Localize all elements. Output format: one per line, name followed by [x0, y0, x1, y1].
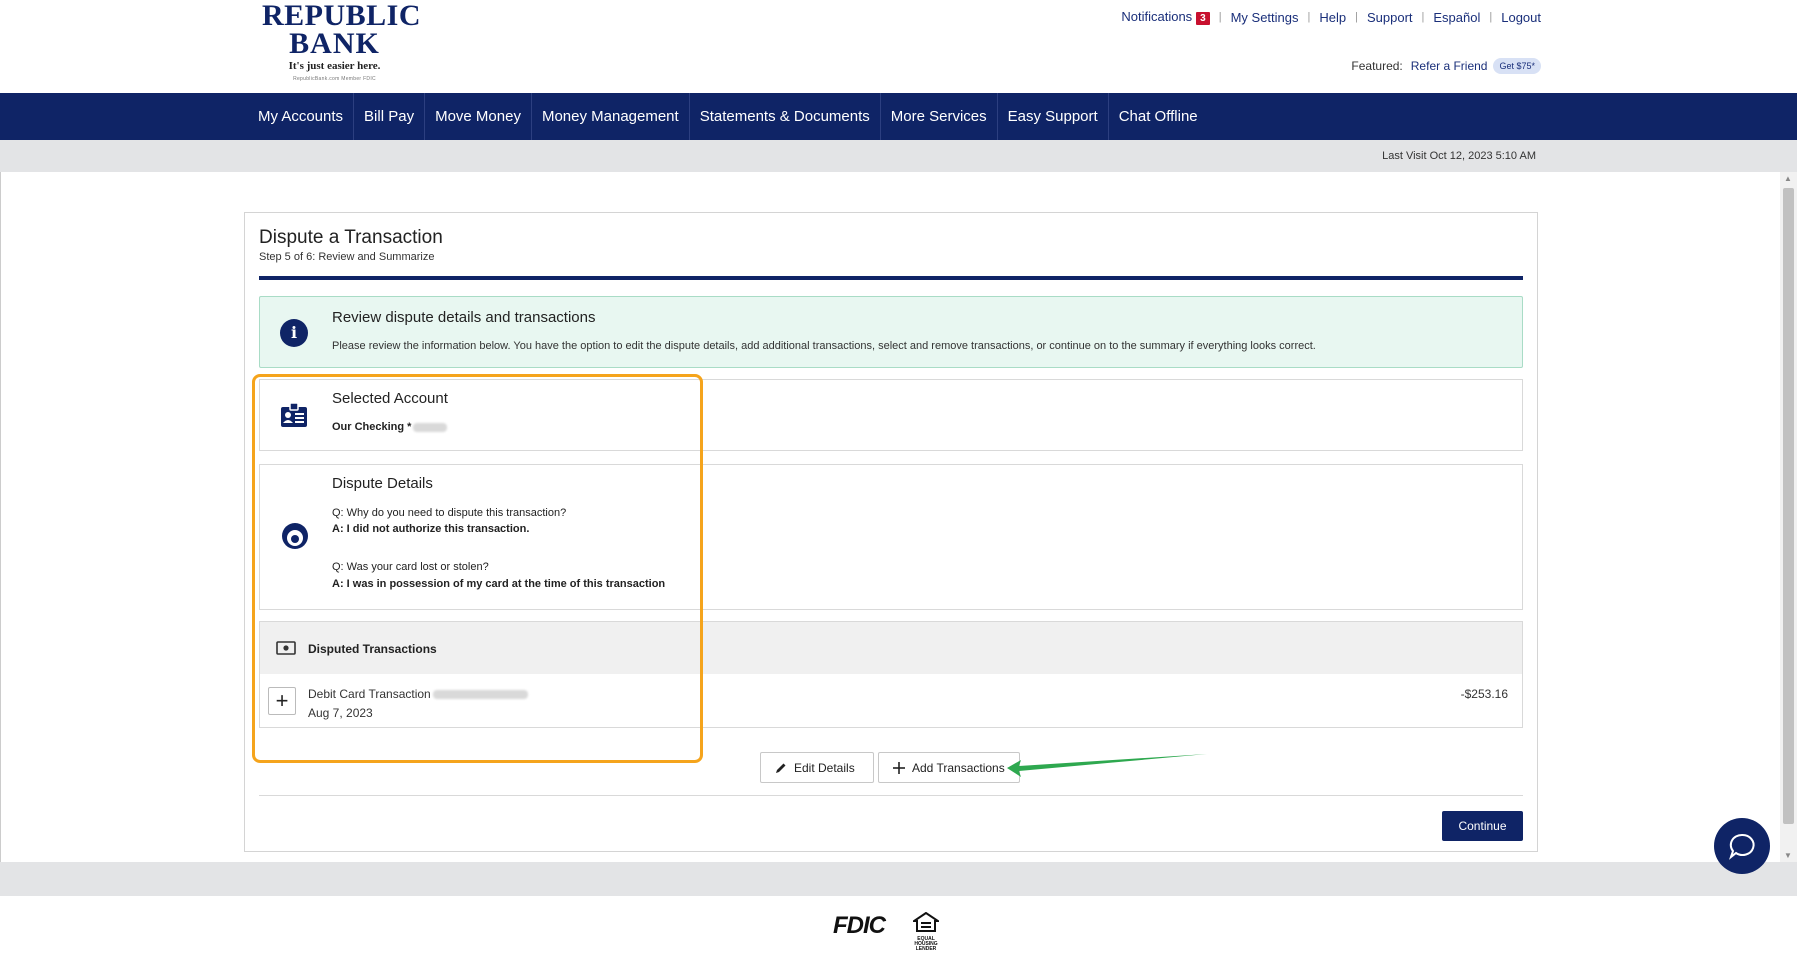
nav-chat-offline[interactable]: Chat Offline: [1109, 93, 1208, 140]
featured-promo: Featured: Refer a Friend Get $75*: [1351, 58, 1541, 74]
chat-button[interactable]: [1714, 818, 1770, 874]
transaction-name: Debit Card Transaction: [308, 687, 528, 701]
bottom-gray-band: [0, 862, 1797, 896]
my-settings-link[interactable]: My Settings: [1231, 10, 1299, 25]
fdic-logo: FDIC: [833, 912, 886, 939]
featured-label: Featured:: [1351, 59, 1403, 73]
edit-details-button[interactable]: Edit Details: [760, 752, 874, 783]
nav-money-management[interactable]: Money Management: [532, 93, 690, 140]
info-heading: Review dispute details and transactions: [332, 309, 596, 326]
equal-housing-text: EQUAL HOUSING LENDER: [914, 936, 938, 952]
selected-account-heading: Selected Account: [332, 390, 448, 407]
pencil-icon: [776, 763, 786, 773]
scrollbar-thumb[interactable]: [1783, 188, 1794, 824]
nav-bill-pay[interactable]: Bill Pay: [354, 93, 426, 140]
vertical-scrollbar[interactable]: ▲ ▼: [1780, 172, 1797, 862]
title-underline: [259, 276, 1523, 280]
dispute-details-panel: Dispute Details Q: Why do you need to di…: [259, 464, 1523, 610]
logo-line-2: BANK: [289, 27, 380, 60]
actions-divider: [259, 795, 1523, 796]
equal-housing-lender-logo: EQUAL HOUSING LENDER: [906, 911, 946, 952]
green-pointer-arrow: [1007, 754, 1207, 777]
scroll-up-arrow-icon[interactable]: ▲: [1784, 174, 1792, 183]
separator: |: [1355, 11, 1358, 23]
id-card-icon: [281, 402, 307, 427]
notifications-link[interactable]: Notifications 3: [1121, 9, 1210, 25]
question-1: Q: Why do you need to dispute this trans…: [332, 507, 567, 519]
nav-statements-documents[interactable]: Statements & Documents: [690, 93, 881, 140]
nav-easy-support[interactable]: Easy Support: [998, 93, 1109, 140]
logo-fine-print: RepublicBank.com Member FDIC: [293, 76, 376, 82]
answer-2: A: I was in possession of my card at the…: [332, 578, 666, 590]
continue-button[interactable]: Continue: [1442, 811, 1523, 841]
referral-bonus-badge[interactable]: Get $75*: [1493, 58, 1541, 74]
transaction-date: Aug 7, 2023: [308, 706, 373, 720]
step-indicator: Step 5 of 6: Review and Summarize: [259, 251, 435, 263]
question-2: Q: Was your card lost or stolen?: [332, 561, 489, 573]
republic-bank-logo[interactable]: REPUBLIC BANK It's just easier here. Rep…: [262, 0, 422, 83]
notifications-count-badge: 3: [1196, 12, 1210, 25]
dispute-card: Dispute a Transaction Step 5 of 6: Revie…: [244, 212, 1538, 852]
disputed-transactions-header: Disputed Transactions: [259, 621, 1523, 675]
scroll-down-arrow-icon[interactable]: ▼: [1784, 851, 1792, 860]
support-link[interactable]: Support: [1367, 10, 1413, 25]
add-transactions-label: Add Transactions: [912, 760, 1005, 775]
notifications-label: Notifications: [1121, 9, 1193, 24]
cash-icon: [276, 641, 296, 655]
masked-merchant: [432, 690, 528, 700]
separator: |: [1218, 11, 1222, 23]
support-agent-icon: [282, 523, 308, 549]
page-title: Dispute a Transaction: [259, 227, 443, 248]
edit-details-label: Edit Details: [794, 760, 855, 775]
logo-line-1: REPUBLIC: [262, 0, 422, 32]
transaction-amount: -$253.16: [1460, 687, 1508, 701]
last-visit-text: Last Visit Oct 12, 2023 5:10 AM: [1382, 150, 1536, 162]
nav-my-accounts[interactable]: My Accounts: [248, 93, 355, 140]
main-navigation: My Accounts Bill Pay Move Money Money Ma…: [0, 93, 1797, 140]
utility-links: Notifications 3 | My Settings | Help | Su…: [1121, 9, 1541, 25]
refer-a-friend-link[interactable]: Refer a Friend: [1411, 59, 1488, 73]
answer-1: A: I did not authorize this transaction.: [332, 523, 530, 535]
logo-tagline: It's just easier here.: [288, 60, 381, 72]
separator: |: [1307, 11, 1311, 23]
nav-move-money[interactable]: Move Money: [425, 93, 532, 140]
disputed-transactions-heading: Disputed Transactions: [308, 642, 437, 656]
selected-account-name: Our Checking *: [332, 421, 448, 433]
separator: |: [1489, 11, 1493, 23]
plus-icon: [893, 761, 905, 774]
espanol-link[interactable]: Español: [1433, 10, 1480, 25]
site-header: REPUBLIC BANK It's just easier here. Rep…: [0, 0, 1797, 93]
transaction-row: + Debit Card Transaction Aug 7, 2023 -$2…: [259, 674, 1523, 728]
chat-bubble-icon: [1728, 833, 1755, 860]
plus-icon: +: [275, 688, 289, 713]
equal-housing-icon: [910, 911, 942, 932]
add-transactions-button[interactable]: Add Transactions: [878, 752, 1020, 783]
info-text: Please review the information below. You…: [332, 340, 1316, 352]
help-link[interactable]: Help: [1319, 10, 1346, 25]
last-visit-bar: Last Visit Oct 12, 2023 5:10 AM: [0, 140, 1797, 172]
dispute-details-heading: Dispute Details: [332, 475, 433, 492]
separator: |: [1421, 11, 1425, 23]
info-icon: i: [280, 319, 308, 347]
selected-account-panel: Selected Account Our Checking *: [259, 379, 1523, 451]
nav-more-services[interactable]: More Services: [881, 93, 998, 140]
masked-account-number: [413, 422, 448, 432]
expand-transaction-button[interactable]: +: [268, 687, 296, 715]
logout-link[interactable]: Logout: [1501, 10, 1541, 25]
footer: FDIC EQUAL HOUSING LENDER: [0, 896, 1797, 966]
info-alert: i Review dispute details and transaction…: [259, 296, 1523, 368]
